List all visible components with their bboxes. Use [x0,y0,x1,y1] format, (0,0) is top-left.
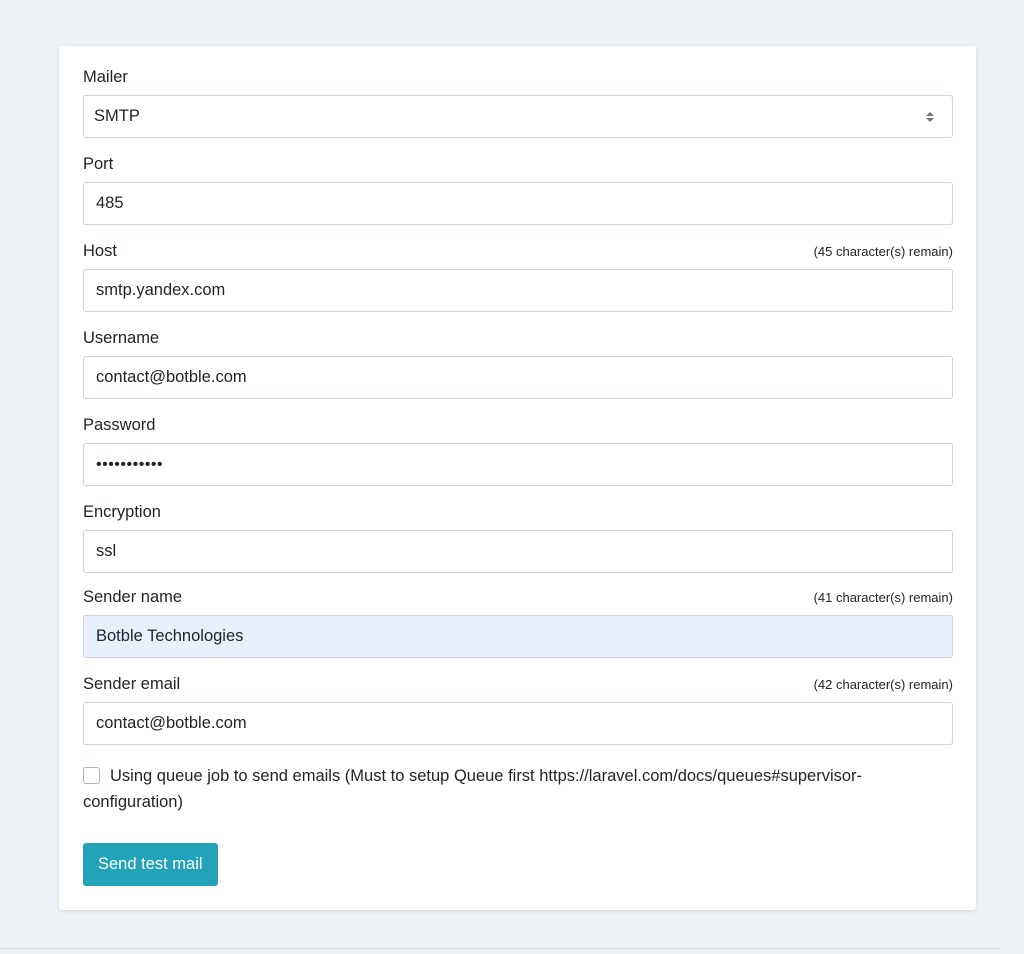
username-value: contact@botble.com [96,368,247,386]
sender-email-input[interactable]: contact@botble.com [83,702,953,745]
sender-name-field: Sender name (41 character(s) remain) Bot… [83,588,953,658]
encryption-label: Encryption [83,503,161,521]
username-field: Username contact@botble.com [83,329,953,399]
password-field: Password ••••••••••• [83,416,953,486]
host-value: smtp.yandex.com [96,281,226,299]
sender-email-value: contact@botble.com [96,714,247,732]
encryption-value: ssl [96,542,117,560]
host-field: Host (45 character(s) remain) smtp.yande… [83,242,953,312]
sender-email-label: Sender email [83,675,181,693]
password-input[interactable]: ••••••••••• [83,443,953,486]
mail-settings-card: Mailer SMTP Port 485 Host (45 character(… [59,46,976,910]
encryption-field: Encryption ssl [83,503,953,573]
sender-name-char-remain: (41 character(s) remain) [813,590,953,605]
send-test-mail-button[interactable]: Send test mail [83,843,218,886]
password-label: Password [83,416,156,434]
port-value: 485 [96,194,124,212]
sender-name-input[interactable]: Botble Technologies [83,615,953,658]
queue-checkbox[interactable] [83,767,100,784]
host-char-remain: (45 character(s) remain) [813,244,953,259]
host-label: Host [83,242,117,260]
encryption-input[interactable]: ssl [83,530,953,573]
port-label: Port [83,155,114,173]
port-input[interactable]: 485 [83,182,953,225]
mailer-label: Mailer [83,68,128,86]
port-field: Port 485 [83,155,953,225]
queue-option: Using queue job to send emails (Must to … [83,763,953,815]
sender-name-label: Sender name [83,588,183,606]
mailer-field: Mailer SMTP [83,68,953,138]
password-value: ••••••••••• [96,455,164,473]
mailer-select[interactable]: SMTP [83,95,953,138]
divider [0,948,1000,949]
sender-email-field: Sender email (42 character(s) remain) co… [83,675,953,745]
host-input[interactable]: smtp.yandex.com [83,269,953,312]
sender-email-char-remain: (42 character(s) remain) [813,677,953,692]
queue-checkbox-label[interactable]: Using queue job to send emails (Must to … [83,767,862,811]
mailer-value: SMTP [94,107,140,125]
username-label: Username [83,329,160,347]
username-input[interactable]: contact@botble.com [83,356,953,399]
sender-name-value: Botble Technologies [96,627,244,645]
select-arrows-icon [926,111,934,122]
